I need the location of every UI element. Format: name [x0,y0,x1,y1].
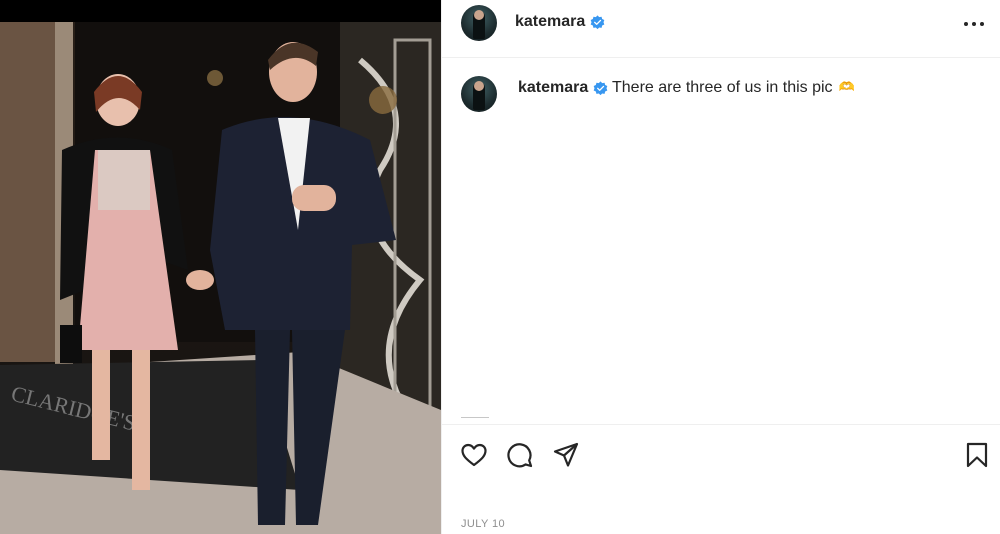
photo-scene: CLARIDGE'S [0,22,441,534]
profile-avatar[interactable] [461,5,497,41]
post-photo[interactable]: CLARIDGE'S [0,0,441,534]
heart-icon[interactable] [460,441,488,469]
post-panel: katemara katemara There are three of us … [441,0,1000,534]
caption-text: There are three of us in this pic 🫶 [612,79,855,97]
bookmark-icon[interactable] [963,441,991,469]
action-bar [442,424,1000,484]
heart-hands-emoji: 🫶 [838,79,855,94]
verified-badge-icon [590,15,605,30]
post-header: katemara [442,0,1000,58]
more-horizontal-icon[interactable] [963,19,985,29]
caption-body: There are three of us in this pic [612,79,833,96]
caption-avatar[interactable] [461,76,497,112]
caption-username[interactable]: katemara [518,79,588,97]
comments-divider [461,417,489,418]
paper-plane-icon[interactable] [552,441,580,469]
post-date: JULY 10 [461,518,505,530]
header-username[interactable]: katemara [515,13,585,31]
verified-badge-icon [593,81,608,96]
comment-bubble-icon[interactable] [506,441,534,469]
caption: katemara There are three of us in this p… [442,70,1000,120]
